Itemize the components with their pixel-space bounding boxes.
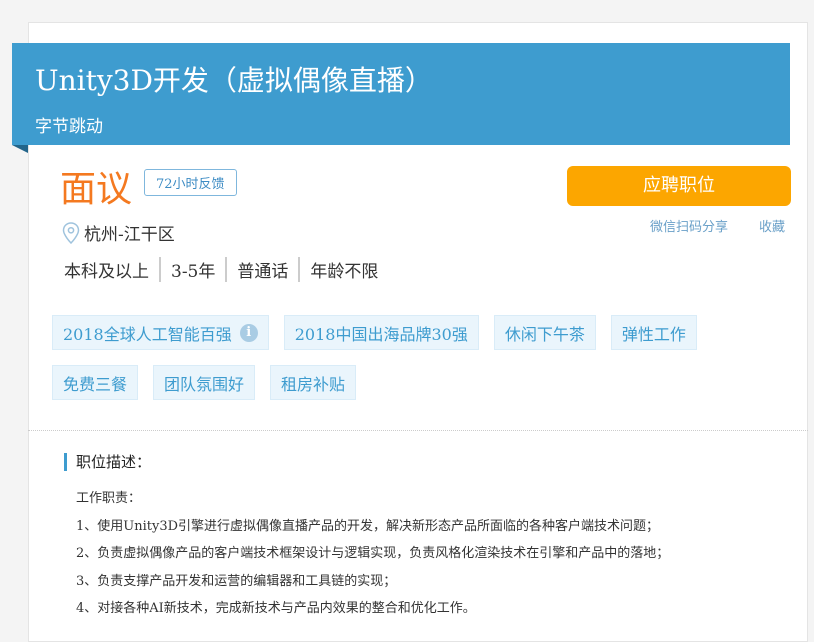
desc-line: 3、负责支撑产品开发和运营的编辑器和工具链的实现； — [76, 573, 397, 589]
company-name[interactable]: 字节跳动 — [35, 112, 103, 137]
wechat-share-link[interactable]: 微信扫码分享 — [650, 216, 728, 235]
tag: 团队氛围好 — [153, 365, 256, 400]
tag-label: 团队氛围好 — [164, 374, 245, 394]
apply-button[interactable]: 应聘职位 — [567, 166, 791, 206]
benefit-tags: 2018全球人工智能百强 i 2018中国出海品牌30强 休闲下午茶 弹性工作 免… — [52, 315, 792, 400]
banner-fold — [12, 145, 28, 153]
job-description: 工作职责： 1、使用Unity3D引擎进行虚拟偶像直播产品的开发，解决新形态产品… — [76, 487, 669, 625]
desc-subheading: 工作职责： — [76, 491, 142, 506]
section-heading: 职位描述： — [64, 453, 151, 471]
tag: 2018中国出海品牌30强 — [283, 315, 479, 350]
desc-line: 2、负责虚拟偶像产品的客户端技术框架设计与逻辑实现，负责风格化渲染技术在引擎和产… — [76, 546, 670, 561]
tag: 2018全球人工智能百强 i — [52, 315, 269, 350]
desc-line: 1、使用Unity3D引擎进行虚拟偶像直播产品的开发，解决新形态产品所面临的各种… — [76, 518, 660, 534]
tag-label: 休闲下午茶 — [504, 324, 585, 344]
tag: 休闲下午茶 — [493, 315, 596, 350]
tag: 免费三餐 — [52, 365, 139, 400]
tag-label: 2018中国出海品牌30强 — [294, 324, 468, 344]
job-title: Unity3D开发（虚拟偶像直播） — [35, 64, 433, 97]
location: 杭州-江干区 — [62, 220, 175, 245]
tag: 弹性工作 — [610, 315, 697, 350]
info-icon[interactable]: i — [239, 323, 258, 342]
requirements: 本科及以上 3-5年 普通话 年龄不限 — [64, 257, 388, 282]
req-education: 本科及以上 — [64, 262, 149, 282]
tag-label: 租房补贴 — [281, 374, 346, 394]
favorite-link[interactable]: 收藏 — [759, 216, 785, 235]
tag-label: 免费三餐 — [63, 374, 128, 394]
location-text: 杭州-江干区 — [84, 225, 175, 245]
location-pin-icon — [62, 221, 80, 244]
req-experience: 3-5年 — [159, 257, 225, 282]
tag-label: 2018全球人工智能百强 — [63, 324, 232, 344]
job-header-banner: Unity3D开发（虚拟偶像直播） 字节跳动 — [12, 43, 790, 145]
salary: 面议 — [60, 169, 133, 210]
tag: 租房补贴 — [270, 365, 357, 400]
req-language: 普通话 — [225, 257, 298, 282]
desc-line: 4、对接各种AI新技术，完成新技术与产品内效果的整合和优化工作。 — [76, 601, 476, 616]
tag-label: 弹性工作 — [621, 324, 686, 344]
feedback-badge: 72小时反馈 — [144, 169, 237, 196]
req-age: 年龄不限 — [298, 257, 388, 282]
divider — [28, 430, 808, 431]
